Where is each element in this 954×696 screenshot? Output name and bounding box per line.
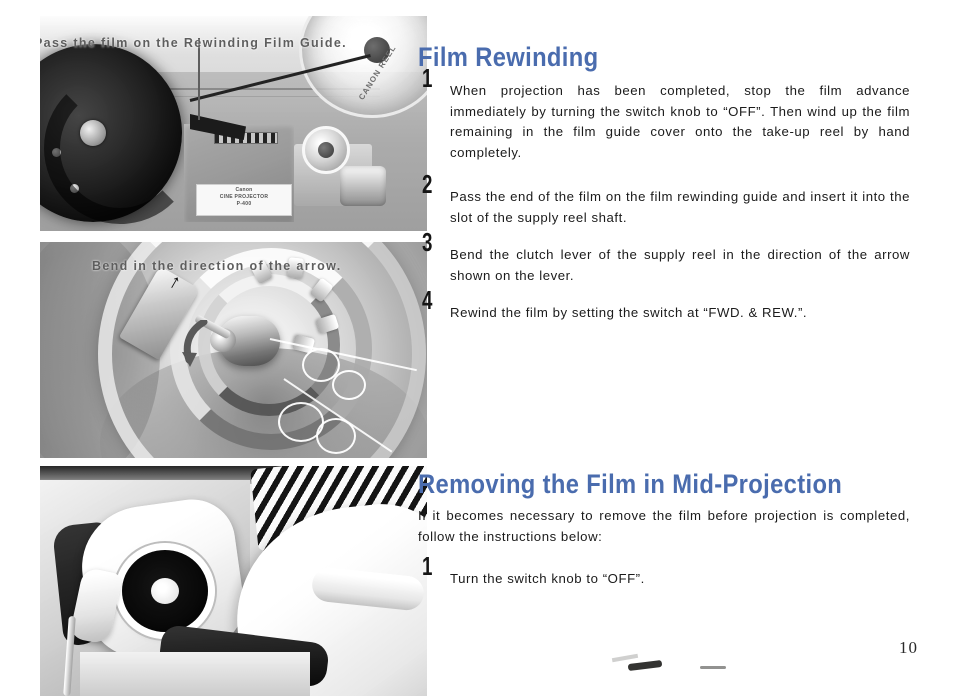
- step-number: 1: [422, 63, 433, 93]
- step-text: Bend the clutch lever of the supply reel…: [450, 247, 910, 283]
- blue-direction-arrow-icon: [182, 320, 208, 367]
- projector-nameplate: Canon CINE PROJECTOR P-400: [196, 184, 292, 216]
- step-text: Turn the switch knob to “OFF”.: [450, 571, 645, 587]
- nameplate-line-model-number: P-400: [236, 201, 252, 207]
- clutch-tooth: [309, 277, 334, 303]
- projection-lens: [340, 166, 386, 206]
- reel-flange-arc: [44, 72, 196, 224]
- photo-2-caption: Bend in the direction of the arrow.: [92, 259, 342, 273]
- text-column: Film Rewinding 1 When projection has bee…: [418, 0, 914, 680]
- wire-loop: [332, 370, 366, 400]
- photo-supply-reel-clutch-lever: ↑ Bend in the direction of the arrow.: [40, 242, 427, 458]
- film-reel-hub: [122, 550, 208, 632]
- page-title-removing-film: Removing the Film in Mid-Projection: [418, 469, 843, 500]
- photo-1-content: CANON REEL Canon CINE PROJECTOR P-400 Pa…: [40, 16, 427, 231]
- nameplate-line-model-type: CINE PROJECTOR: [219, 194, 269, 200]
- step-number: 4: [422, 285, 433, 315]
- clutch-tooth: [315, 313, 340, 335]
- step-text: Rewind the film by setting the switch at…: [450, 305, 808, 321]
- photo-column: CANON REEL Canon CINE PROJECTOR P-400 Pa…: [0, 0, 427, 696]
- photo-3-content: [40, 466, 427, 696]
- step-number: 3: [422, 227, 433, 257]
- page-number: 10: [899, 638, 918, 657]
- photo-removing-film-guide-cover: [40, 466, 427, 696]
- step-item: 4 Rewind the film by setting the switch …: [418, 285, 910, 337]
- projector-base: [80, 652, 310, 696]
- step-number: 2: [422, 169, 433, 199]
- photo-2-content: ↑ Bend in the direction of the arrow.: [40, 242, 427, 458]
- photo-projector-rewinding-film-guide: CANON REEL Canon CINE PROJECTOR P-400 Pa…: [40, 16, 427, 231]
- take-up-arm-knob: [302, 126, 350, 174]
- removing-film-intro: If it becomes necessary to remove the fi…: [418, 508, 910, 544]
- nameplate-line-brand: Canon: [235, 187, 253, 193]
- photo-1-caption: Pass the film on the Rewinding Film Guid…: [40, 36, 347, 50]
- step-text: When projection has been completed, stop…: [450, 83, 910, 160]
- step-number: 1: [422, 551, 433, 581]
- step-text: Pass the end of the film on the film rew…: [450, 189, 910, 225]
- step-item: 1 When projection has been completed, st…: [418, 63, 910, 176]
- step-item: 1 Turn the switch knob to “OFF”.: [418, 551, 910, 603]
- caption-pointer-line: [198, 38, 200, 120]
